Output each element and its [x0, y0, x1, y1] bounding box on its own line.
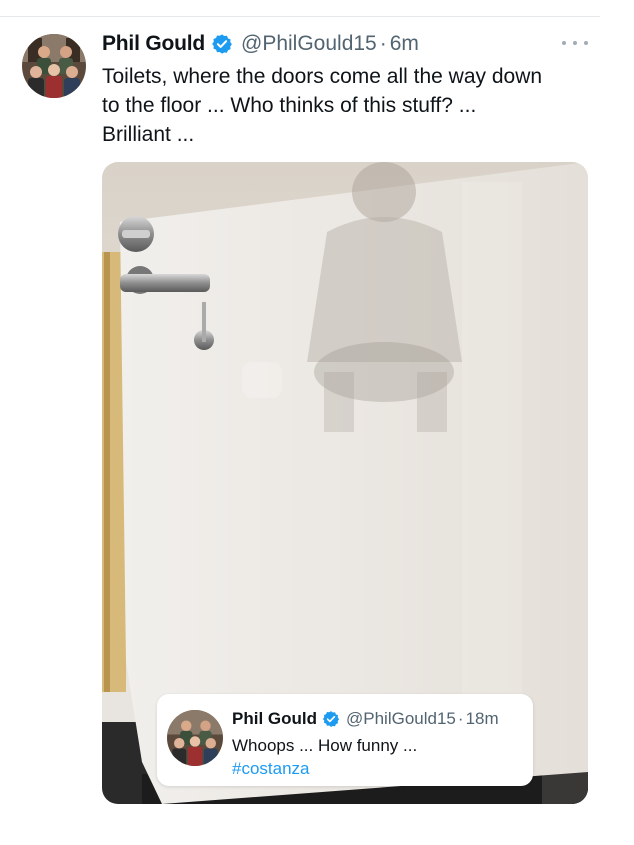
verified-badge-icon	[211, 33, 233, 55]
author-avatar[interactable]	[22, 34, 86, 98]
reply-text: Whoops ... How funny ...	[232, 736, 418, 755]
reply-author-avatar[interactable]	[167, 710, 223, 766]
reply-header: Phil Gould @PhilGould15 · 18m	[232, 708, 499, 730]
reply-author-handle[interactable]: @PhilGould15	[346, 709, 456, 729]
author-name[interactable]: Phil Gould	[102, 32, 205, 56]
author-handle[interactable]: @PhilGould15	[241, 32, 377, 56]
verified-badge-icon	[322, 710, 340, 728]
tweet-text-line: Toilets, where the doors come all the wa…	[102, 65, 543, 88]
more-horizontal-icon[interactable]	[562, 36, 588, 50]
reply-author-name[interactable]: Phil Gould	[232, 709, 317, 729]
tweet-text-line: Brilliant ...	[102, 123, 195, 146]
separator-dot: ·	[457, 709, 464, 728]
tweet-header: Phil Gould @PhilGould15 · 6m	[102, 30, 419, 58]
tweet-text-line: to the floor ... Who thinks of this stuf…	[102, 94, 477, 117]
separator-dot: ·	[379, 32, 387, 55]
reply-card[interactable]: Phil Gould @PhilGould15 · 18m Whoops ...…	[157, 694, 533, 786]
page: Phil Gould @PhilGould15 · 6m Toilets, wh…	[0, 0, 634, 845]
tweet-text: Toilets, where the doors come all the wa…	[102, 62, 602, 149]
tweet-timestamp[interactable]: 6m	[390, 32, 419, 56]
hashtag-link[interactable]: #costanza	[232, 757, 310, 780]
reply-timestamp[interactable]: 18m	[466, 709, 499, 729]
